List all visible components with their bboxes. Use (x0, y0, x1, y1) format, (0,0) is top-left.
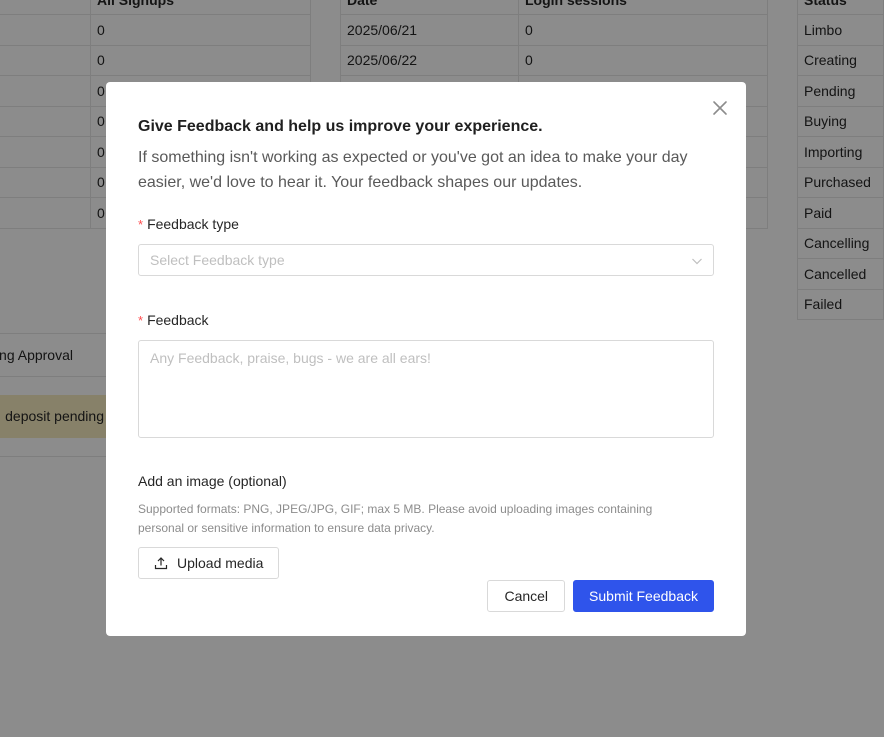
feedback-type-placeholder: Select Feedback type (150, 252, 285, 268)
feedback-modal: Give Feedback and help us improve your e… (106, 82, 746, 636)
upload-media-button[interactable]: Upload media (138, 547, 280, 579)
close-icon (713, 101, 727, 115)
feedback-type-select[interactable]: Select Feedback type (138, 244, 714, 276)
feedback-type-label-text: Feedback type (147, 216, 239, 232)
image-label: Add an image (optional) (138, 473, 287, 489)
modal-footer: Cancel Submit Feedback (487, 580, 714, 612)
feedback-label: * Feedback (138, 310, 714, 331)
feedback-placeholder: Any Feedback, praise, bugs - we are all … (150, 350, 431, 366)
feedback-textarea[interactable]: Any Feedback, praise, bugs - we are all … (138, 340, 714, 438)
chevron-down-icon (692, 258, 702, 265)
feedback-label-text: Feedback (147, 312, 209, 328)
required-mark: * (138, 313, 144, 328)
close-button[interactable] (712, 100, 728, 116)
feedback-type-label: * Feedback type (138, 214, 714, 235)
modal-intro: If something isn't working as expected o… (138, 149, 688, 191)
submit-feedback-button[interactable]: Submit Feedback (573, 580, 714, 612)
required-mark: * (138, 217, 144, 232)
cancel-button[interactable]: Cancel (487, 580, 566, 612)
upload-icon (154, 557, 168, 570)
upload-media-label: Upload media (177, 555, 264, 571)
modal-title: Give Feedback and help us improve your e… (138, 118, 543, 135)
image-hint: Supported formats: PNG, JPEG/JPG, GIF; m… (138, 502, 653, 535)
